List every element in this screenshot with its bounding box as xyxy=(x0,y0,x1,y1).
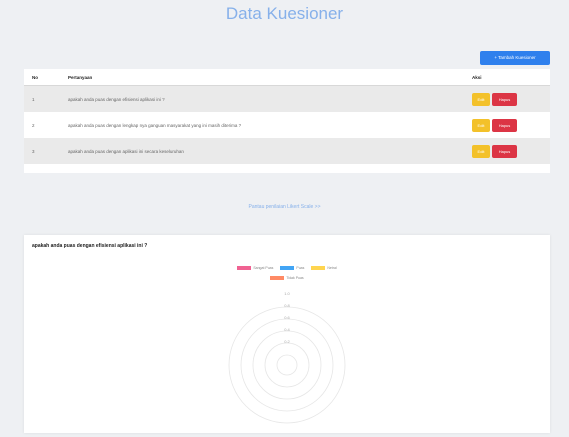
chart-title: apakah anda puas dengan efisiensi aplika… xyxy=(32,243,148,249)
ring xyxy=(276,354,298,376)
tick-label: 0.2 xyxy=(284,339,290,344)
row-actions: Edit Hapus xyxy=(466,138,550,164)
questionnaire-table-card: No Pertanyaan Aksi 1 apakah anda puas de… xyxy=(24,69,550,173)
delete-button[interactable]: Hapus xyxy=(492,118,517,132)
table-row: 2 apakah anda puas dengan lengkap nya ga… xyxy=(24,112,550,138)
tick-label: 0.4 xyxy=(284,327,290,332)
legend-label: Netral xyxy=(327,266,337,271)
page-title: Data Kuesioner xyxy=(225,4,344,23)
row-actions: Edit Hapus xyxy=(466,85,550,112)
row-number: 3 xyxy=(24,138,62,164)
table-header-row: No Pertanyaan Aksi xyxy=(24,69,550,86)
header-question: Pertanyaan xyxy=(62,69,466,86)
chart-card: apakah anda puas dengan efisiensi aplika… xyxy=(24,235,550,433)
questionnaire-table: No Pertanyaan Aksi 1 apakah anda puas de… xyxy=(24,69,550,164)
legend-swatch xyxy=(270,276,285,281)
tick-label: 0.6 xyxy=(284,315,290,320)
legend-item-sangat-puas[interactable]: Sangat Puas xyxy=(237,266,274,271)
legend-swatch xyxy=(237,266,252,271)
polar-rings xyxy=(228,306,346,424)
edit-button[interactable]: Edit xyxy=(472,118,490,132)
ring xyxy=(228,306,346,424)
chart-legend-row-2: Tidak Puas xyxy=(24,276,550,281)
row-actions: Edit Hapus xyxy=(466,112,550,138)
edit-button[interactable]: Edit xyxy=(472,92,490,106)
legend-item-tidak-puas[interactable]: Tidak Puas xyxy=(270,276,304,281)
row-question: apakah anda puas dengan aplikasi ini sec… xyxy=(62,138,466,164)
chart-legend: Sangat Puas Puas Netral xyxy=(24,266,550,271)
row-number: 2 xyxy=(24,112,62,138)
legend-item-netral[interactable]: Netral xyxy=(311,266,337,271)
tick-label: 1.0 xyxy=(284,291,290,296)
delete-button[interactable]: Hapus xyxy=(492,144,517,158)
table-row: 1 apakah anda puas dengan efisiensi apli… xyxy=(24,85,550,112)
likert-scale-link[interactable]: Pantau penilaian Likert Scale >> xyxy=(0,204,569,210)
tick-label: 0.8 xyxy=(284,303,290,308)
legend-swatch xyxy=(280,266,295,271)
polar-tick-labels: 1.0 0.8 0.6 0.4 0.2 xyxy=(284,291,290,344)
add-questionnaire-button[interactable]: + Tambah Kuesioner xyxy=(480,51,550,65)
legend-item-puas[interactable]: Puas xyxy=(280,266,305,271)
row-question: apakah anda puas dengan efisiensi aplika… xyxy=(62,85,466,112)
legend-label: Sangat Puas xyxy=(253,266,274,271)
ring xyxy=(264,342,310,388)
legend-swatch xyxy=(311,266,326,271)
header-action: Aksi xyxy=(466,69,550,86)
row-question: apakah anda puas dengan lengkap nya gang… xyxy=(62,112,466,138)
edit-button[interactable]: Edit xyxy=(472,144,490,158)
row-number: 1 xyxy=(24,85,62,112)
delete-button[interactable]: Hapus xyxy=(492,92,517,106)
ring xyxy=(240,318,334,412)
legend-label: Tidak Puas xyxy=(286,276,304,281)
header-no: No xyxy=(24,69,62,86)
polar-chart: 1.0 0.8 0.6 0.4 0.2 xyxy=(228,291,346,424)
legend-label: Puas xyxy=(296,266,305,271)
table-row: 3 apakah anda puas dengan aplikasi ini s… xyxy=(24,138,550,164)
